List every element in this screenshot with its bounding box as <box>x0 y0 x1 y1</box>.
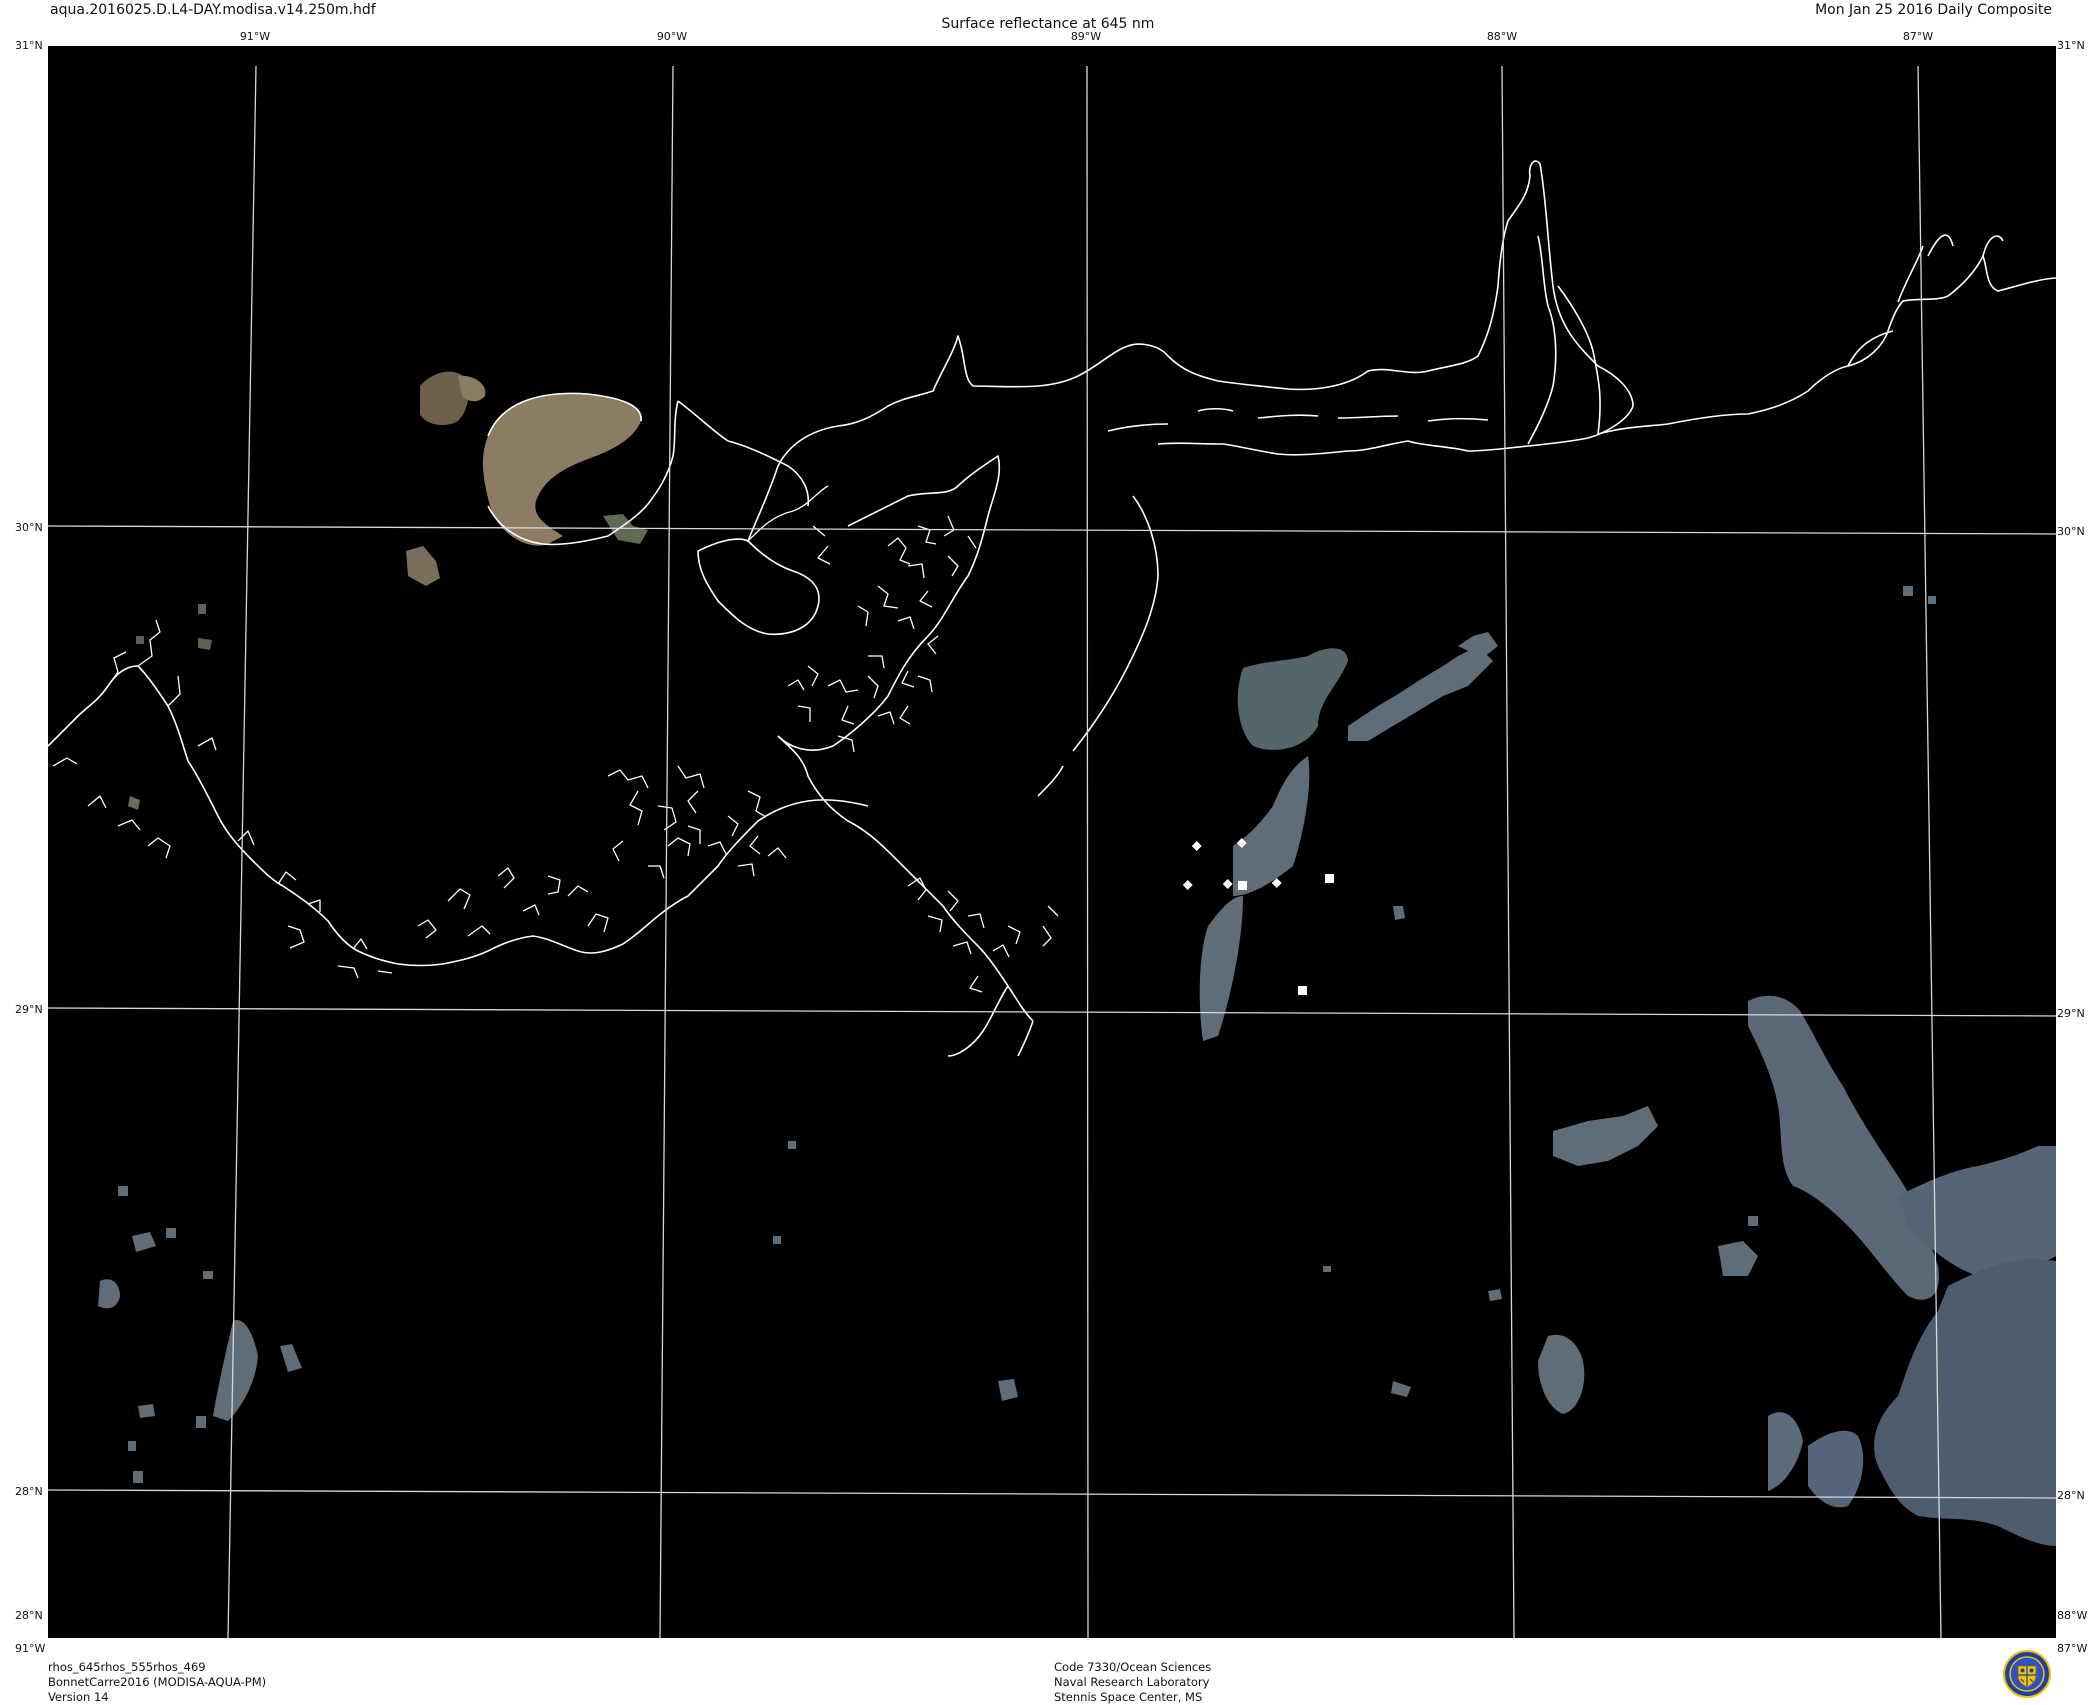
meridian-90 <box>659 65 674 1638</box>
terrebonne-coast <box>717 799 869 867</box>
plume-west-9 <box>196 1416 206 1428</box>
lat-label-left-30: 30°N <box>15 521 43 534</box>
parallel-28 <box>48 1489 2056 1499</box>
barrier-islands-ms <box>1107 407 1489 432</box>
plume-west-4 <box>118 1186 128 1196</box>
plume-far-southeast <box>1874 1258 2056 1546</box>
plume-northeast <box>1348 646 1493 741</box>
pensacola-bay <box>1847 234 2004 367</box>
plume-mid-small-4 <box>1323 1266 1331 1272</box>
plume-east-1 <box>1393 906 1405 920</box>
west-shoreline-detail <box>52 757 171 859</box>
plume-south-extension <box>1199 896 1243 1041</box>
plume-breton-sound <box>1233 756 1310 896</box>
marsh-detail-1 <box>857 515 977 688</box>
plume-west-8 <box>138 1404 155 1418</box>
lon-label-top-89: 89°W <box>1070 30 1102 43</box>
chandeleur-islands <box>1037 495 1159 797</box>
florida-panhandle-coast <box>1597 255 2056 435</box>
plume-chandeleur-north <box>1237 648 1348 750</box>
map-svg <box>48 65 2056 1638</box>
composite-date: Mon Jan 25 2016 Daily Composite <box>1815 2 2052 18</box>
lat-label-left-28: 28°N <box>15 1485 43 1498</box>
plume-west-11 <box>133 1471 143 1483</box>
lat-label-right-28: 28°N <box>2057 1489 2085 1502</box>
plume-center-tiny <box>788 1141 796 1149</box>
lake-borgne <box>697 538 820 636</box>
barataria-marsh <box>607 765 787 879</box>
meridian-89 <box>1086 65 1089 1638</box>
small-patch-west <box>198 638 212 650</box>
corner-label-top-left: 31°N <box>15 39 43 52</box>
plume-south-slice <box>1808 1430 1864 1508</box>
nrl-seal-icon <box>2003 1650 2051 1698</box>
lat-label-left-29: 29°N <box>15 1003 43 1016</box>
footer-lab: Naval Research Laboratory <box>1054 1675 1210 1689</box>
louisiana-coast-west <box>48 665 399 965</box>
plume-east-cluster <box>1718 1241 1758 1276</box>
plume-mid-east-2 <box>1538 1334 1585 1414</box>
west-coast-detail <box>107 619 609 979</box>
plume-east-small <box>1748 1216 1758 1226</box>
coastline <box>48 160 2056 1057</box>
plume-west-10 <box>128 1441 136 1451</box>
plume-west-7 <box>280 1344 302 1372</box>
mississippi-delta-coast <box>777 735 1034 1022</box>
footer-institution: Code 7330/Ocean Sciences Naval Research … <box>1054 1660 1211 1705</box>
footer-location: Stennis Space Center, MS <box>1054 1690 1203 1704</box>
corner-label-bottom-right-lat: 88°W <box>2057 1609 2088 1622</box>
graticule-lines <box>48 65 2056 1638</box>
map-canvas[interactable] <box>48 46 2056 1638</box>
pontchartrain-north-shore <box>677 400 810 507</box>
small-patch-west-2 <box>136 636 144 644</box>
footer-code: Code 7330/Ocean Sciences <box>1054 1660 1212 1674</box>
mississippi-alabama-coast <box>747 160 1634 542</box>
lat-label-right-29: 29°N <box>2057 1007 2085 1020</box>
plume-east-3 <box>1928 596 1936 604</box>
plume-west-1 <box>98 1279 120 1309</box>
mobile-bay-east <box>1557 285 1601 435</box>
footer-bands: rhos_645rhos_555rhos_469 <box>48 1660 206 1674</box>
atchafalaya-coast <box>397 865 719 967</box>
footer-product-info: rhos_645rhos_555rhos_469 BonnetCarre2016… <box>48 1660 266 1705</box>
lon-label-top-91: 91°W <box>239 30 271 43</box>
footer-dataset: BonnetCarre2016 (MODISA-AQUA-PM) <box>48 1675 267 1689</box>
parallel-30 <box>48 525 2056 535</box>
lat-label-right-30: 30°N <box>2057 525 2085 538</box>
corner-label-bottom-left: 91°W <box>15 1642 46 1655</box>
inland-patch <box>406 546 440 586</box>
cloud-patches <box>98 586 2056 1546</box>
plume-southeast-edge <box>1768 1412 1803 1491</box>
corner-label-bottom-left-lat: 28°N <box>15 1609 43 1622</box>
corner-label-bottom-right: 87°W <box>2057 1642 2088 1655</box>
corner-label-top-right: 31°N <box>2057 39 2085 52</box>
delta-west-branch <box>947 985 1034 1057</box>
meridian-88 <box>1501 65 1515 1638</box>
plume-mid-small-2 <box>1391 1381 1411 1397</box>
plume-mid-small-3 <box>998 1379 1018 1401</box>
south-delta-detail <box>907 877 1059 993</box>
lon-label-top-88: 88°W <box>1486 30 1518 43</box>
small-patch-west-3 <box>198 604 206 614</box>
plume-west-5 <box>203 1271 213 1279</box>
small-patch-coast <box>128 796 140 810</box>
plume-west-3 <box>166 1228 176 1238</box>
footer-version: Version 14 <box>48 1690 109 1704</box>
plume-west-2 <box>132 1232 156 1252</box>
plume-east-2 <box>1903 586 1913 596</box>
plume-west-6 <box>213 1320 258 1421</box>
map-title: Surface reflectance at 645 nm <box>941 16 1155 32</box>
plume-center-tiny-2 <box>773 1236 781 1244</box>
plume-mid-east <box>1553 1106 1658 1166</box>
delta-marsh <box>787 665 933 753</box>
lon-label-top-87: 87°W <box>1902 30 1934 43</box>
turbid-water-patches <box>128 371 648 810</box>
plume-mid-small <box>1488 1289 1502 1301</box>
plume-large-southeast <box>1748 995 1939 1300</box>
lon-label-top-90: 90°W <box>656 30 688 43</box>
